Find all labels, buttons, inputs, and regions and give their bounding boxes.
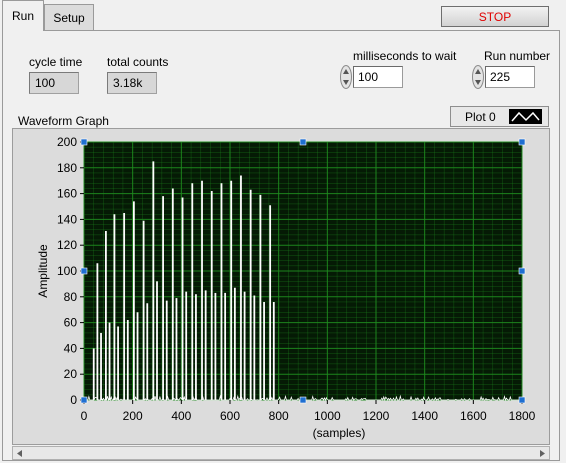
- scroll-left-icon[interactable]: [15, 449, 24, 458]
- ms-to-wait-spinner[interactable]: [340, 65, 352, 89]
- tab-run-label: Run: [11, 9, 34, 23]
- plot-legend[interactable]: Plot 0: [450, 106, 549, 127]
- run-number-input[interactable]: 225: [485, 66, 535, 88]
- cycle-time-value: 100: [35, 76, 56, 90]
- graph-horizontal-scrollbar[interactable]: [12, 446, 550, 460]
- ms-to-wait-input[interactable]: 100: [353, 66, 403, 88]
- tab-setup[interactable]: Setup: [44, 4, 94, 30]
- run-number-value: 225: [490, 70, 511, 84]
- stop-button[interactable]: STOP: [441, 6, 549, 27]
- tab-setup-label: Setup: [53, 10, 85, 25]
- run-number-spinner[interactable]: [472, 65, 484, 89]
- cycle-time-label: cycle time: [29, 55, 83, 69]
- waveform-graph[interactable]: [12, 128, 550, 445]
- total-counts-label: total counts: [107, 55, 169, 69]
- graph-title: Waveform Graph: [18, 114, 109, 128]
- run-number-label: Run number: [484, 49, 551, 63]
- stop-button-label: STOP: [478, 9, 512, 24]
- total-counts-value: 3.18k: [113, 76, 143, 90]
- cycle-time-indicator: 100: [29, 72, 79, 94]
- scroll-right-icon[interactable]: [538, 449, 547, 458]
- plot-line-style-icon: [509, 109, 542, 124]
- ms-to-wait-label: milliseconds to wait: [353, 49, 457, 63]
- plot-legend-label: Plot 0: [465, 110, 496, 124]
- ms-to-wait-value: 100: [358, 70, 379, 84]
- total-counts-indicator: 3.18k: [107, 72, 157, 94]
- tab-run[interactable]: Run: [2, 0, 44, 31]
